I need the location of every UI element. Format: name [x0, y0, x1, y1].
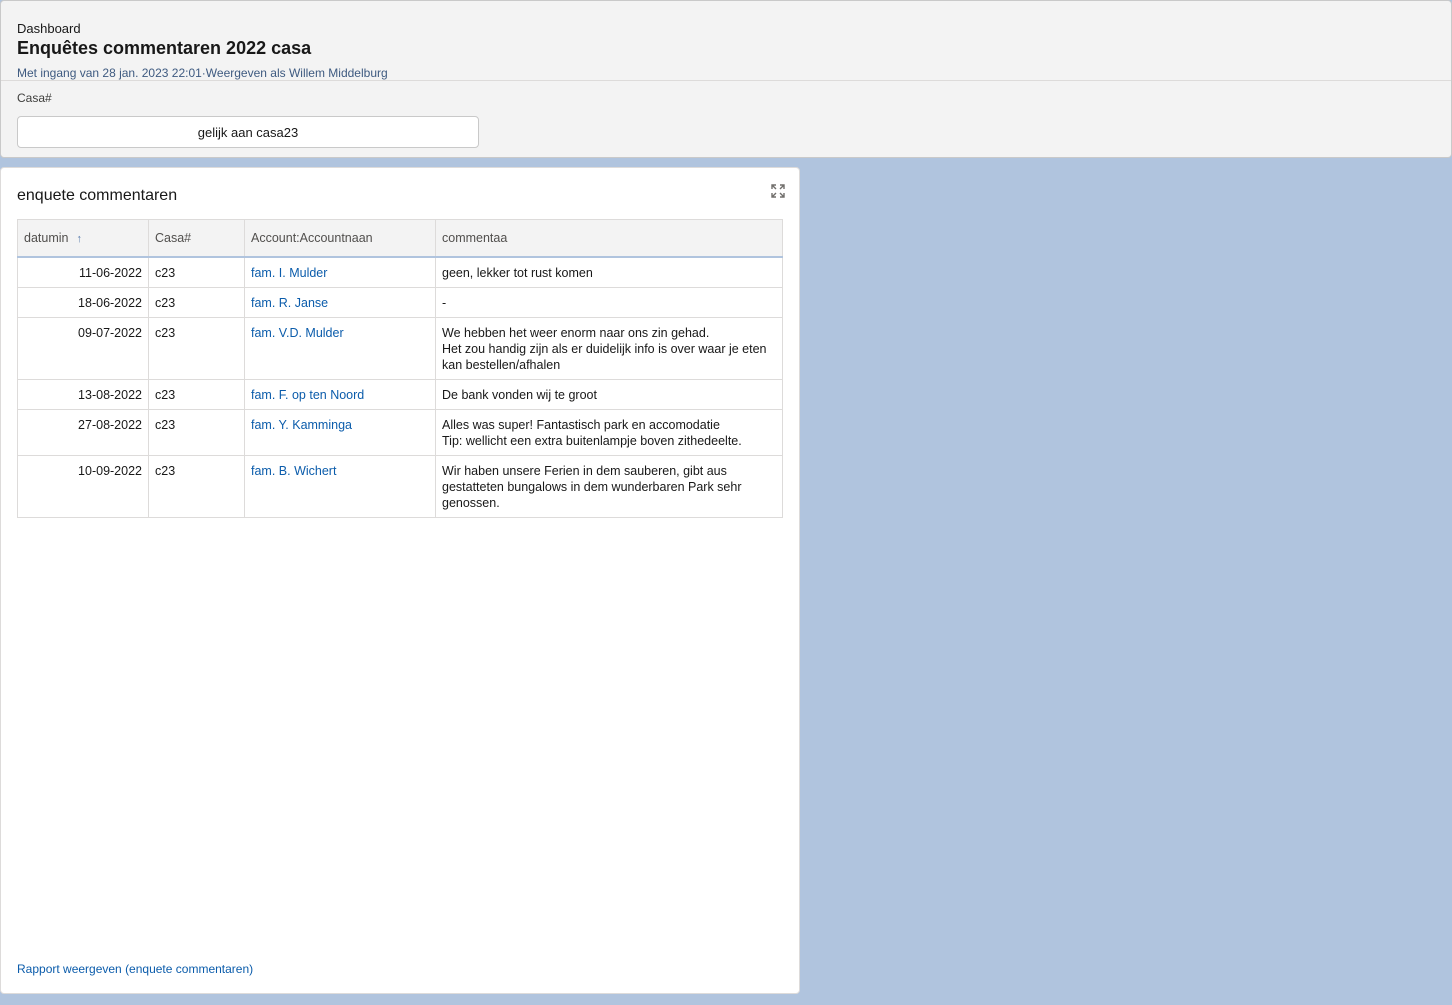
cell-account-link[interactable]: fam. V.D. Mulder — [244, 316, 436, 380]
cell-comment: Wir haben unsere Ferien in dem sauberen,… — [435, 454, 783, 518]
cell-comment: De bank vonden wij te groot — [435, 378, 783, 410]
cell-comment: Alles was super! Fantastisch park en acc… — [435, 408, 783, 456]
cell-comment: geen, lekker tot rust komen — [435, 256, 783, 288]
table-row: 18-06-2022 c23 fam. R. Janse - — [17, 286, 783, 318]
casa-filter-button[interactable]: gelijk aan casa23 — [17, 116, 479, 148]
cell-account-link[interactable]: fam. B. Wichert — [244, 454, 436, 518]
filter-panel: Casa# gelijk aan casa23 — [1, 81, 1451, 148]
column-header-casa[interactable]: Casa# — [148, 219, 245, 258]
cell-casa: c23 — [148, 378, 245, 410]
casa-filter-value: gelijk aan casa23 — [197, 124, 299, 140]
cell-account-link[interactable]: fam. Y. Kamminga — [244, 408, 436, 456]
table-row: 09-07-2022 c23 fam. V.D. Mulder We hebbe… — [17, 316, 783, 380]
cell-date: 09-07-2022 — [17, 316, 149, 380]
cell-casa: c23 — [148, 408, 245, 456]
table-row: 27-08-2022 c23 fam. Y. Kamminga Alles wa… — [17, 408, 783, 456]
cell-account-link[interactable]: fam. I. Mulder — [244, 256, 436, 288]
breadcrumb[interactable]: Dashboard — [17, 21, 1435, 36]
cell-account-link[interactable]: fam. R. Janse — [244, 286, 436, 318]
cell-date: 13-08-2022 — [17, 378, 149, 410]
cell-account-link[interactable]: fam. F. op ten Noord — [244, 378, 436, 410]
cell-date: 11-06-2022 — [17, 256, 149, 288]
card-title: enquete commentaren — [17, 187, 178, 204]
cell-date: 10-09-2022 — [17, 454, 149, 518]
expand-icon[interactable] — [771, 184, 785, 198]
column-header-datumin[interactable]: datumin ↑ — [17, 219, 149, 258]
page-subtitle: Met ingang van 28 jan. 2023 22:01·Weerge… — [17, 66, 388, 80]
comments-table: datumin ↑ Casa# Account:Accountnaan comme… — [17, 219, 783, 518]
column-header-account[interactable]: Account:Accountnaan — [244, 219, 436, 258]
cell-comment: We hebben het weer enorm naar ons zin ge… — [435, 316, 783, 380]
table-row: 11-06-2022 c23 fam. I. Mulder geen, lekk… — [17, 256, 783, 288]
header-top: Dashboard Enquêtes commentaren 2022 casa… — [1, 1, 1451, 81]
filter-label: Casa# — [17, 91, 52, 105]
cell-comment: - — [435, 286, 783, 318]
page-title: Enquêtes commentaren 2022 casa — [17, 38, 312, 58]
table-row: 13-08-2022 c23 fam. F. op ten Noord De b… — [17, 378, 783, 410]
column-header-comment[interactable]: commentaa — [435, 219, 783, 258]
table-header-row: datumin ↑ Casa# Account:Accountnaan comme… — [17, 219, 783, 258]
comments-card: enquete commentaren datumin ↑ Casa# Accou… — [0, 167, 800, 994]
cell-casa: c23 — [148, 256, 245, 288]
dashboard-header: Dashboard Enquêtes commentaren 2022 casa… — [0, 0, 1452, 158]
cell-casa: c23 — [148, 454, 245, 518]
view-report-link[interactable]: Rapport weergeven (enquete commentaren) — [17, 962, 253, 976]
cell-date: 27-08-2022 — [17, 408, 149, 456]
sort-ascending-icon: ↑ — [76, 232, 82, 245]
cell-casa: c23 — [148, 286, 245, 318]
cell-date: 18-06-2022 — [17, 286, 149, 318]
cell-casa: c23 — [148, 316, 245, 380]
table-row: 10-09-2022 c23 fam. B. Wichert Wir haben… — [17, 454, 783, 518]
